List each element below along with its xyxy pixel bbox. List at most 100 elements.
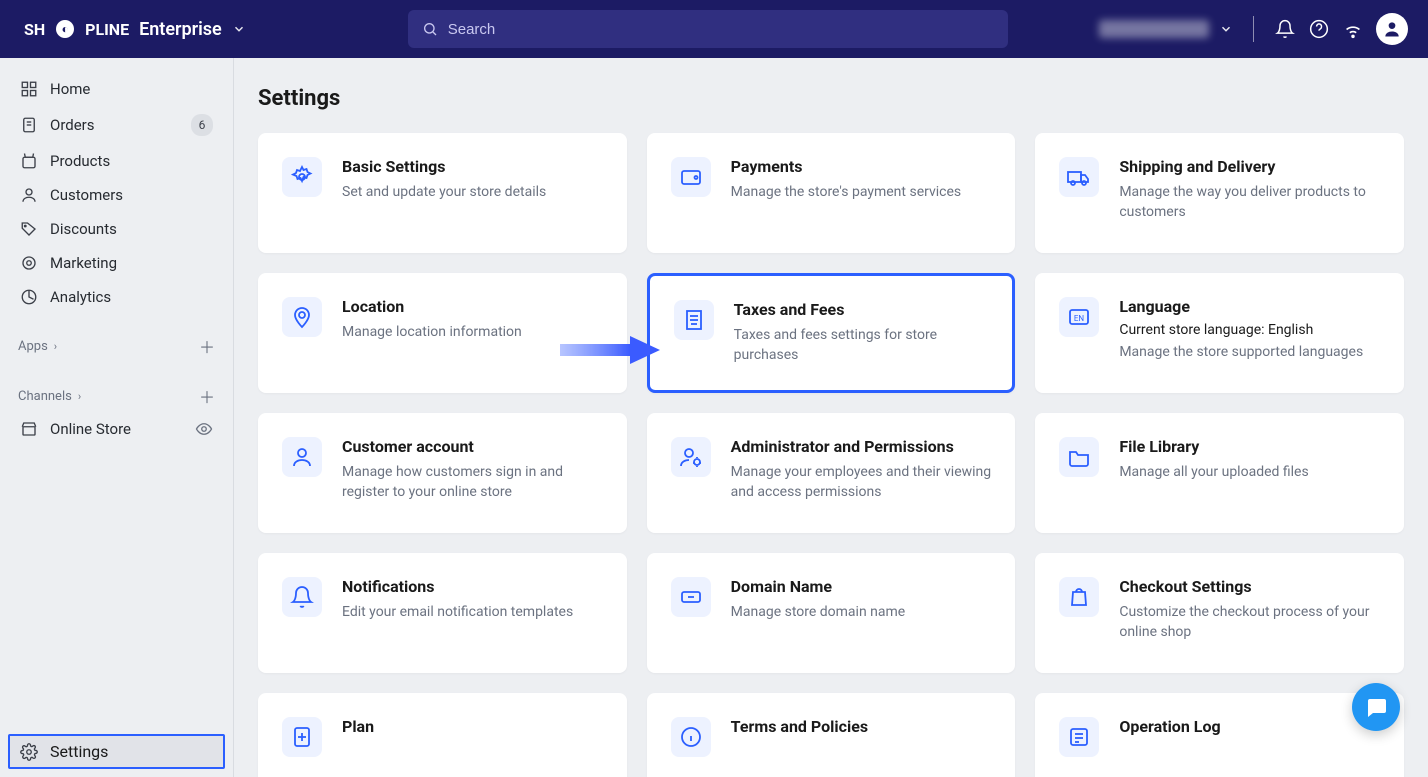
card-desc: Manage the store's payment services <box>731 182 962 202</box>
section-label: Channels <box>18 389 72 404</box>
avatar[interactable] <box>1376 13 1408 45</box>
orders-badge: 6 <box>191 114 213 136</box>
card-title: Operation Log <box>1119 717 1220 736</box>
card-title: File Library <box>1119 437 1308 456</box>
card-plan[interactable]: Plan <box>258 693 627 777</box>
sidebar-item-customers[interactable]: Customers <box>8 178 225 212</box>
brand-enterprise-label: Enterprise <box>139 19 222 40</box>
sidebar-label: Marketing <box>50 254 117 272</box>
sidebar-item-analytics[interactable]: Analytics <box>8 280 225 314</box>
notifications-icon[interactable] <box>1274 18 1296 40</box>
sidebar-item-settings[interactable]: Settings <box>8 734 225 769</box>
card-title: Plan <box>342 717 374 736</box>
card-title: Domain Name <box>731 577 906 596</box>
wifi-icon[interactable] <box>1342 18 1364 40</box>
brand-name-part2: PLINE <box>85 20 129 39</box>
brand-switcher[interactable]: SH ◐ PLINE Enterprise <box>24 19 246 40</box>
chevron-down-icon <box>1219 22 1233 36</box>
card-checkout-settings[interactable]: Checkout Settings Customize the checkout… <box>1035 553 1404 673</box>
card-desc: Set and update your store details <box>342 182 546 202</box>
sidebar-item-discounts[interactable]: Discounts <box>8 212 225 246</box>
preview-icon[interactable] <box>195 420 213 438</box>
svg-text:EN: EN <box>1074 314 1085 323</box>
gear-icon <box>20 743 38 761</box>
card-language[interactable]: EN Language Current store language: Engl… <box>1035 273 1404 393</box>
card-desc: Manage all your uploaded files <box>1119 462 1308 482</box>
card-location[interactable]: Location Manage location information <box>258 273 627 393</box>
card-desc: Manage location information <box>342 322 522 342</box>
card-desc: Customize the checkout process of your o… <box>1119 602 1380 643</box>
analytics-icon <box>20 288 38 306</box>
sidebar-item-orders[interactable]: Orders 6 <box>8 106 225 144</box>
global-search[interactable] <box>408 10 1008 48</box>
help-icon[interactable] <box>1308 18 1330 40</box>
divider <box>1253 16 1254 42</box>
brand-name-part1: SH <box>24 20 45 39</box>
customers-icon <box>20 186 38 204</box>
card-desc: Manage the store supported languages <box>1119 342 1363 362</box>
add-channel-icon[interactable]: ＋ <box>199 384 215 408</box>
card-title: Payments <box>731 157 962 176</box>
bell-icon <box>282 577 322 617</box>
card-desc: Taxes and fees settings for store purcha… <box>734 325 989 366</box>
sidebar-item-home[interactable]: Home <box>8 72 225 106</box>
sidebar-label: Analytics <box>50 288 111 306</box>
sidebar: Home Orders 6 Products Customers Discoun… <box>0 58 234 777</box>
sidebar-item-marketing[interactable]: Marketing <box>8 246 225 280</box>
sidebar-label: Home <box>50 80 90 98</box>
add-app-icon[interactable]: ＋ <box>199 334 215 358</box>
home-icon <box>20 80 38 98</box>
chat-fab[interactable] <box>1352 683 1400 731</box>
folder-icon <box>1059 437 1099 477</box>
card-desc: Edit your email notification templates <box>342 602 573 622</box>
card-taxes-fees[interactable]: Taxes and Fees Taxes and fees settings f… <box>647 273 1016 393</box>
store-icon <box>20 420 38 438</box>
card-terms-policies[interactable]: Terms and Policies <box>647 693 1016 777</box>
card-operation-log[interactable]: Operation Log <box>1035 693 1404 777</box>
card-desc: Manage how customers sign in and registe… <box>342 462 603 503</box>
card-title: Taxes and Fees <box>734 300 989 319</box>
log-icon <box>1059 717 1099 757</box>
user-name-redacted <box>1099 20 1209 38</box>
search-input[interactable] <box>448 21 994 38</box>
section-label: Apps <box>18 339 48 354</box>
search-icon <box>422 21 438 37</box>
card-file-library[interactable]: File Library Manage all your uploaded fi… <box>1035 413 1404 533</box>
sidebar-item-products[interactable]: Products <box>8 144 225 178</box>
card-payments[interactable]: Payments Manage the store's payment serv… <box>647 133 1016 253</box>
sidebar-label: Customers <box>50 186 123 204</box>
bag-icon <box>1059 577 1099 617</box>
language-icon: EN <box>1059 297 1099 337</box>
chevron-down-icon <box>232 22 246 36</box>
truck-icon <box>1059 157 1099 197</box>
discounts-icon <box>20 220 38 238</box>
card-customer-account[interactable]: Customer account Manage how customers si… <box>258 413 627 533</box>
chevron-right-icon: › <box>78 390 81 403</box>
products-icon <box>20 152 38 170</box>
card-title: Shipping and Delivery <box>1119 157 1380 176</box>
sidebar-section-apps[interactable]: Apps › ＋ <box>0 330 233 362</box>
card-title: Language <box>1119 297 1363 316</box>
gear-icon <box>282 157 322 197</box>
card-shipping[interactable]: Shipping and Delivery Manage the way you… <box>1035 133 1404 253</box>
marketing-icon <box>20 254 38 272</box>
wallet-icon <box>671 157 711 197</box>
sidebar-label: Orders <box>50 116 95 134</box>
card-desc: Manage store domain name <box>731 602 906 622</box>
card-domain-name[interactable]: Domain Name Manage store domain name <box>647 553 1016 673</box>
card-admin-permissions[interactable]: Administrator and Permissions Manage you… <box>647 413 1016 533</box>
plan-icon <box>282 717 322 757</box>
card-title: Customer account <box>342 437 603 456</box>
card-title: Notifications <box>342 577 573 596</box>
card-notifications[interactable]: Notifications Edit your email notificati… <box>258 553 627 673</box>
user-menu[interactable] <box>1099 20 1233 38</box>
pin-icon <box>282 297 322 337</box>
card-basic-settings[interactable]: Basic Settings Set and update your store… <box>258 133 627 253</box>
orders-icon <box>20 116 38 134</box>
user-icon <box>282 437 322 477</box>
sidebar-section-channels[interactable]: Channels › ＋ <box>0 380 233 412</box>
sidebar-label: Discounts <box>50 220 117 238</box>
card-subtitle: Current store language: English <box>1119 322 1363 338</box>
sidebar-item-online-store[interactable]: Online Store <box>0 412 233 446</box>
brand-logo-o: ◐ <box>56 20 74 38</box>
